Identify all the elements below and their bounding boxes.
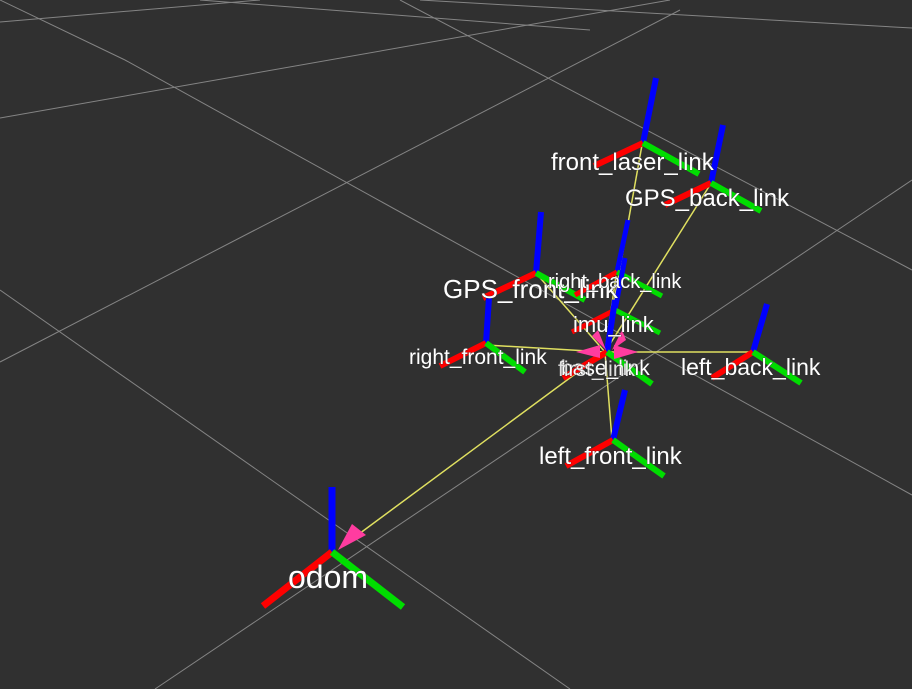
label-odom: odom — [288, 559, 368, 595]
label-right_front_link: right_front_link — [409, 346, 547, 369]
label-left_back_link: left_back_link — [681, 354, 821, 380]
label-first_link: first_link — [558, 358, 636, 381]
label-front_laser_link: front_laser_link — [551, 149, 715, 176]
label-imu_link: imu_link — [573, 312, 655, 337]
label-GPS_back_link: GPS_back_link — [625, 185, 790, 212]
label-left_front_link: left_front_link — [539, 443, 683, 470]
viewport-background — [0, 0, 912, 689]
3d-viewport[interactable]: odom base_link front_laser_link GPS_back… — [0, 0, 912, 689]
label-right_back_link: right_back_link — [548, 271, 682, 293]
